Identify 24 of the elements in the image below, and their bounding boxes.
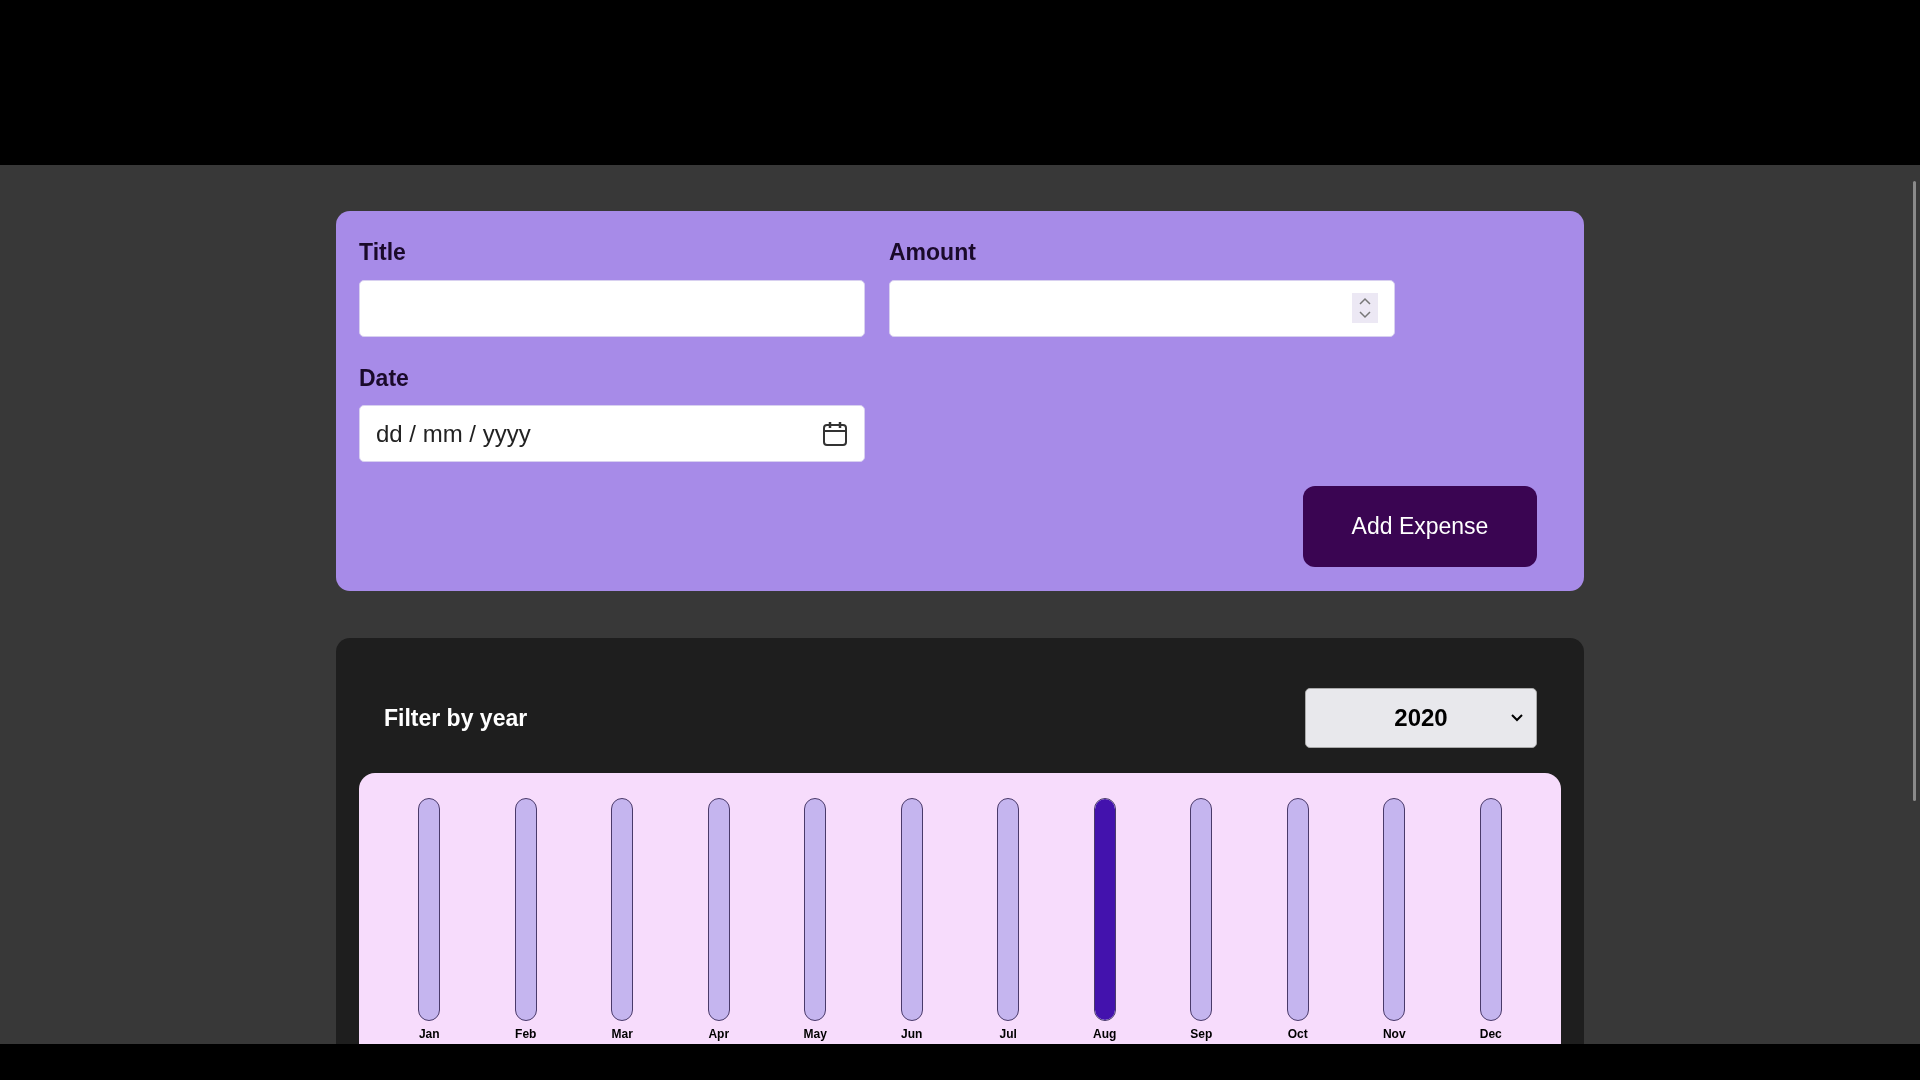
amount-field[interactable] bbox=[889, 279, 1395, 337]
add-expense-button[interactable]: Add Expense bbox=[1303, 486, 1537, 567]
month-label: Jul bbox=[999, 1026, 1017, 1043]
field-label: Date bbox=[359, 363, 410, 393]
month-label: Jun bbox=[901, 1026, 923, 1043]
filter-label: Filter by year bbox=[384, 703, 528, 733]
month-label: Mar bbox=[611, 1026, 633, 1043]
month-label: Oct bbox=[1287, 1026, 1308, 1043]
scrollbar-thumb[interactable] bbox=[1913, 181, 1916, 801]
month-label: Aug bbox=[1093, 1026, 1117, 1043]
date-field[interactable]: dd / mm / yyyy bbox=[359, 405, 865, 462]
month-label: Feb bbox=[515, 1026, 537, 1043]
spinner-icon[interactable] bbox=[1352, 293, 1378, 323]
month-label: Nov bbox=[1382, 1026, 1406, 1043]
month-label: Sep bbox=[1190, 1026, 1213, 1043]
month-label: Dec bbox=[1479, 1026, 1502, 1043]
field-label: Amount bbox=[889, 238, 977, 267]
field-label: Title bbox=[359, 238, 407, 267]
title-field[interactable] bbox=[359, 279, 865, 337]
month-label: May bbox=[803, 1026, 827, 1043]
year-select[interactable]: 2020 bbox=[1305, 688, 1537, 748]
month-label: Apr bbox=[708, 1026, 730, 1043]
month-label: Jan bbox=[418, 1026, 440, 1043]
calendar-icon[interactable] bbox=[822, 420, 848, 447]
